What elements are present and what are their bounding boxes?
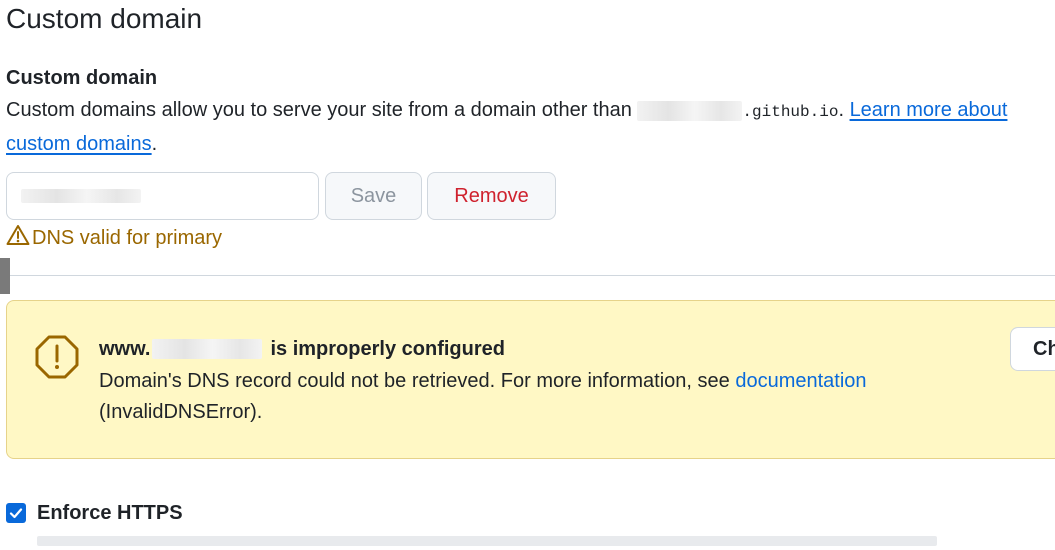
cropped-description-text [37,536,937,547]
alert-triangle-icon [6,224,30,252]
enforce-https-row: Enforce HTTPS [6,500,183,526]
redacted-alert-domain [152,339,263,359]
alert-title-prefix: www. [99,338,151,360]
side-scroll-tab[interactable] [0,258,10,294]
description-period: . [838,99,844,121]
save-button[interactable]: Save [325,172,422,220]
page-title: Custom domain [6,3,203,34]
https-description-cutoff [37,530,1037,550]
stop-warning-icon [34,334,80,380]
section-heading: Custom domain [6,67,158,89]
github-io-suffix: .github.io [742,103,839,121]
enforce-https-checkbox[interactable] [6,503,26,523]
redacted-domain-value [21,189,141,203]
dns-warning-alert: www. is improperly configured Domain's D… [6,300,1055,459]
alert-title: www. is improperly configured [99,336,505,362]
enforce-https-label: Enforce HTTPS [37,501,183,524]
checkmark-icon [9,508,23,519]
remove-button[interactable]: Remove [427,172,556,220]
documentation-link[interactable]: documentation [735,370,866,392]
alert-body: Domain's DNS record could not be retriev… [99,366,999,428]
redacted-username [637,100,743,121]
custom-domain-input[interactable] [6,172,319,220]
check-again-button[interactable]: Che [1010,327,1055,371]
description-text: Custom domains allow you to serve your s… [6,99,632,121]
custom-domain-description: Custom domains allow you to serve your s… [6,94,1055,160]
section-divider [10,275,1055,276]
alert-error-code: (InvalidDNSError). [99,401,263,423]
dns-status: DNS valid for primary [6,225,222,251]
alert-title-suffix: is improperly configured [270,338,505,360]
dns-status-text: DNS valid for primary [32,226,223,249]
description-trailing-period: . [151,133,158,155]
alert-body-text: Domain's DNS record could not be retriev… [99,370,730,392]
